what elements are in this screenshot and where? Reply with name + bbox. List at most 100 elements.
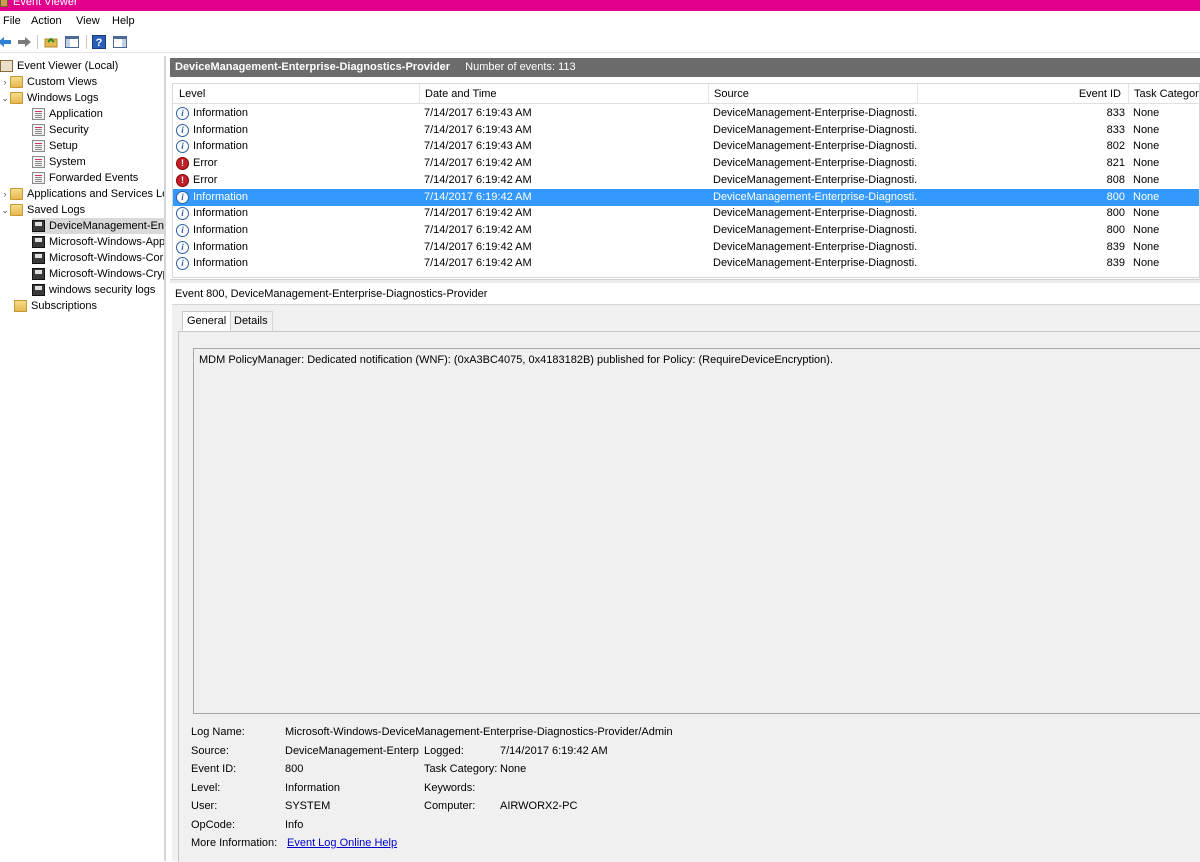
log-icon <box>32 108 45 120</box>
label-task-category: Task Category: <box>424 763 498 775</box>
tree-item-label: Saved Logs <box>27 204 86 216</box>
folder-icon <box>10 76 23 88</box>
table-row[interactable]: ! Error 7/14/2017 6:19:42 AM DeviceManageme… <box>173 155 1199 172</box>
back-arrow-icon[interactable] <box>0 34 14 50</box>
table-row[interactable]: i Information 7/14/2017 6:19:42 AM DeviceMa… <box>173 205 1199 222</box>
tree-item-saved-logs[interactable]: ⌄ Saved Logs <box>0 202 164 218</box>
table-row[interactable]: i Information 7/14/2017 6:19:42 AM DeviceMa… <box>173 255 1199 272</box>
title-bar: Event Viewer <box>0 0 1200 11</box>
event-message: MDM PolicyManager: Dedicated notificatio… <box>199 354 834 366</box>
navigation-tree: Event Viewer (Local) › Custom Views ⌄ Wi… <box>0 56 166 861</box>
table-row[interactable]: i Information 7/14/2017 6:19:43 AM DeviceMa… <box>173 122 1199 139</box>
cell-task-category: None <box>1133 240 1160 253</box>
cell-source: DeviceManagement-Enterprise-Diagnosti... <box>713 107 918 119</box>
value-event-id: 800 <box>285 763 304 775</box>
table-row[interactable]: i Information 7/14/2017 6:19:43 AM DeviceMa… <box>173 105 1199 122</box>
event-message-box[interactable]: MDM PolicyManager: Dedicated notificatio… <box>193 348 1200 714</box>
cell-level: Error <box>193 157 218 170</box>
tab-details[interactable]: Details <box>229 311 273 331</box>
saved-log-icon <box>32 284 45 296</box>
menu-view[interactable]: View <box>76 14 100 28</box>
error-icon: ! <box>176 157 189 171</box>
cell-level: Information <box>193 257 249 270</box>
tree-item-security[interactable]: Security <box>32 122 164 138</box>
svg-text:?: ? <box>96 37 103 49</box>
folder-icon <box>10 204 23 216</box>
tab-general[interactable]: General <box>182 311 232 331</box>
tree-item-microsoft-windows-cryp[interactable]: Microsoft-Windows-Cryp <box>32 266 164 282</box>
tree-item-microsoft-windows-app[interactable]: Microsoft-Windows-App <box>32 234 166 250</box>
tree-item-forwarded-events[interactable]: Forwarded Events <box>32 170 164 186</box>
tree-item-microsoft-windows-cor[interactable]: Microsoft-Windows-Cor <box>32 250 164 266</box>
window-title: Event Viewer <box>13 0 78 8</box>
forward-arrow-icon[interactable] <box>15 34 33 50</box>
cell-task-category: None <box>1133 107 1160 119</box>
value-logged: 7/14/2017 6:19:42 AM <box>500 745 608 757</box>
tree-item-subscriptions[interactable]: Subscriptions <box>14 298 164 314</box>
tree-item-label: Application <box>49 108 103 120</box>
menu-help[interactable]: Help <box>112 14 135 28</box>
help-icon[interactable]: ? <box>90 34 108 50</box>
cell-level: Error <box>193 173 218 186</box>
chevron-down-icon[interactable]: ⌄ <box>0 90 10 106</box>
menu-action[interactable]: Action <box>31 14 62 28</box>
cell-source: DeviceManagement-Enterprise-Diagnosti... <box>713 240 918 253</box>
tree-item-custom-views[interactable]: › Custom Views <box>0 74 164 90</box>
log-header-bar: DeviceManagement-Enterprise-Diagnostics-… <box>170 58 1200 77</box>
table-row[interactable]: ! Error 7/14/2017 6:19:42 AM DeviceManageme… <box>173 172 1199 189</box>
value-user: SYSTEM <box>285 800 331 812</box>
grid-header: Level Date and Time Source Event ID Task… <box>173 84 1199 104</box>
tree-item-event-viewer-local[interactable]: Event Viewer (Local) <box>0 58 164 74</box>
cell-date-time: 7/14/2017 6:19:43 AM <box>424 107 532 119</box>
cell-task-category: None <box>1133 190 1160 203</box>
cell-event-id: 821 <box>1106 157 1125 170</box>
tree-item-applications-and-services[interactable]: › Applications and Services Lo <box>0 186 166 202</box>
tree-item-label: Forwarded Events <box>49 172 139 184</box>
cell-event-id: 802 <box>1106 140 1125 153</box>
folder-icon <box>10 188 23 200</box>
cell-date-time: 7/14/2017 6:19:43 AM <box>424 123 532 136</box>
log-icon <box>32 124 45 136</box>
tree-item-windows-logs[interactable]: ⌄ Windows Logs <box>0 90 164 106</box>
cell-event-id: 833 <box>1106 123 1125 136</box>
menu-file[interactable]: File <box>3 14 21 28</box>
table-row[interactable]: i Information 7/14/2017 6:19:42 AM DeviceMa… <box>173 239 1199 256</box>
column-header-event-id[interactable]: Event ID <box>917 84 1125 104</box>
tree-item-label: Microsoft-Windows-App <box>49 236 166 248</box>
tree-item-setup[interactable]: Setup <box>32 138 164 154</box>
toolbar-separator <box>37 35 38 49</box>
table-row[interactable]: i Information 7/14/2017 6:19:43 AM DeviceMa… <box>173 138 1199 155</box>
event-log-online-help-link[interactable]: Event Log Online Help <box>287 837 397 849</box>
cell-level: Information <box>193 207 249 220</box>
column-header-date[interactable]: Date and Time <box>419 84 497 104</box>
tree-item-label: Windows Logs <box>27 92 99 104</box>
show-action-pane-icon[interactable] <box>111 34 129 50</box>
column-header-level[interactable]: Level <box>179 84 205 104</box>
label-logged: Logged: <box>424 745 464 757</box>
chevron-right-icon[interactable]: › <box>0 186 10 202</box>
tree-item-windows-security-logs[interactable]: windows security logs <box>32 282 164 298</box>
tree-item-label: Applications and Services Lo <box>27 188 166 200</box>
cell-date-time: 7/14/2017 6:19:42 AM <box>424 257 532 270</box>
column-header-task-category[interactable]: Task Category <box>1128 84 1199 104</box>
table-row[interactable]: i Information 7/14/2017 6:19:42 AM DeviceMa… <box>173 188 1199 206</box>
label-keywords: Keywords: <box>424 782 476 794</box>
cell-source: DeviceManagement-Enterprise-Diagnosti... <box>713 257 918 270</box>
saved-log-icon <box>32 236 45 248</box>
column-header-source[interactable]: Source <box>708 84 749 104</box>
tree-item-devicemanagement-saved[interactable]: DeviceManagement-Ente <box>32 218 164 234</box>
table-row[interactable]: i Information 7/14/2017 6:19:42 AM DeviceMa… <box>173 222 1199 239</box>
pane-splitter[interactable] <box>170 279 1200 283</box>
chevron-right-icon[interactable]: › <box>0 74 10 90</box>
log-icon <box>32 156 45 168</box>
label-computer: Computer: <box>424 800 476 812</box>
chevron-down-icon[interactable]: ⌄ <box>0 202 10 218</box>
events-grid: Level Date and Time Source Event ID Task… <box>172 83 1200 278</box>
show-hide-tree-icon[interactable] <box>63 34 81 50</box>
cell-level: Information <box>193 190 249 203</box>
tree-item-system[interactable]: System <box>32 154 164 170</box>
event-count: Number of events: 113 <box>465 61 576 73</box>
open-folder-icon[interactable] <box>42 34 60 50</box>
information-icon: i <box>176 140 189 154</box>
tree-item-application[interactable]: Application <box>32 106 164 122</box>
